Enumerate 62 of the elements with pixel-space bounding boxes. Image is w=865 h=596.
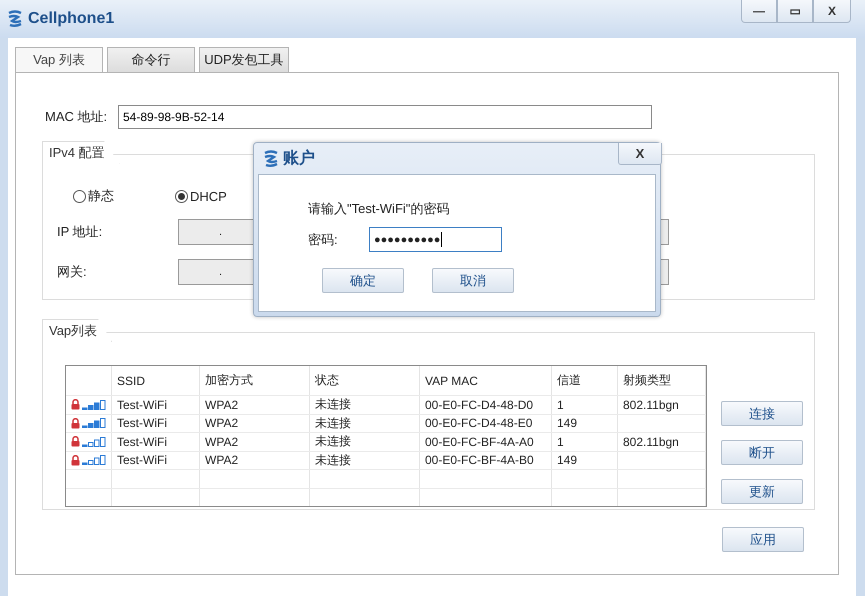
column-header: SSID — [112, 366, 200, 395]
password-field[interactable]: ●●●●●●●●●● — [369, 227, 502, 252]
column-header: 加密方式 — [200, 366, 310, 395]
group-title: IPv4 配置 — [42, 141, 120, 164]
table-row[interactable]: Test-WiFi WPA2 未连接 00-E0-FC-BF-4A-B0 149 — [66, 452, 706, 470]
table-row[interactable]: Test-WiFi WPA2 未连接 00-E0-FC-D4-48-E0 149 — [66, 414, 706, 433]
window-title: Cellphone1 — [28, 10, 114, 28]
table-cell: Test-WiFi — [112, 452, 200, 469]
close-button[interactable]: X — [618, 143, 662, 165]
prompt-text: 请输入"Test-WiFi"的密码 — [308, 200, 450, 218]
field-label: 网关: — [57, 263, 88, 281]
radio-button[interactable] — [175, 190, 188, 202]
close-button[interactable]: X — [813, 0, 851, 23]
table-cell: 未连接 — [310, 433, 420, 450]
table-row[interactable]: Test-WiFi WPA2 未连接 00-E0-FC-D4-48-D0 1 802.11bgn — [66, 396, 706, 414]
table-cell: 00-E0-FC-D4-48-D0 — [420, 396, 552, 414]
app-icon — [262, 150, 280, 168]
table-cell: 802.11bgn — [618, 396, 706, 414]
maximize-button[interactable]: ▭ — [777, 0, 813, 23]
group-title: Vap列表 — [42, 319, 112, 342]
table-cell: WPA2 — [200, 433, 310, 450]
apply-button[interactable]: 应用 — [722, 527, 804, 552]
tab[interactable]: 命令行 — [107, 47, 195, 72]
dialog-title: 账户 — [283, 148, 315, 169]
column-header: VAP MAC — [420, 366, 552, 395]
radio-button[interactable] — [73, 190, 86, 202]
action-button[interactable]: 连接 — [721, 401, 803, 426]
mac-label: MAC 地址: — [44, 108, 108, 126]
action-button[interactable]: 更新 — [721, 479, 803, 504]
table-cell: 802.11bgn — [618, 433, 706, 450]
table-row[interactable]: Test-WiFi WPA2 未连接 00-E0-FC-BF-4A-A0 1 802.11bgn — [66, 433, 706, 452]
table-cell: 149 — [552, 414, 618, 432]
tab[interactable]: UDP发包工具 — [199, 47, 289, 72]
field-label: IP 地址: — [57, 223, 104, 241]
table-cell: 未连接 — [310, 396, 420, 414]
table-cell: 00-E0-FC-BF-4A-A0 — [420, 433, 552, 450]
radio-option[interactable]: DHCP — [175, 187, 261, 205]
radio-option[interactable]: 静态 — [73, 187, 159, 205]
dialog-button[interactable]: 取消 — [432, 268, 514, 293]
minimize-button[interactable]: — — [741, 0, 777, 23]
table-cell: Test-WiFi — [112, 433, 200, 450]
table-cell: 149 — [552, 452, 618, 469]
table-cell: WPA2 — [200, 396, 310, 414]
table-cell: 00-E0-FC-D4-48-E0 — [420, 414, 552, 432]
column-header: 射频类型 — [618, 366, 706, 395]
tab[interactable]: Vap 列表 — [15, 47, 103, 72]
table-cell: WPA2 — [200, 414, 310, 432]
table-cell: 00-E0-FC-BF-4A-B0 — [420, 452, 552, 469]
table-cell: 未连接 — [310, 414, 420, 432]
table-cell: Test-WiFi — [112, 414, 200, 432]
column-header: 信道 — [552, 366, 618, 395]
app-icon — [6, 10, 24, 28]
table-cell: WPA2 — [200, 452, 310, 469]
table-cell: 1 — [552, 396, 618, 414]
table-cell: 未连接 — [310, 452, 420, 469]
column-header: 状态 — [310, 366, 420, 395]
password-label: 密码: — [308, 230, 339, 248]
mac-field[interactable]: 54-89-98-9B-52-14 — [118, 105, 652, 129]
table-cell: 1 — [552, 433, 618, 450]
action-button[interactable]: 断开 — [721, 440, 803, 465]
table-cell: Test-WiFi — [112, 396, 200, 414]
dialog-button[interactable]: 确定 — [322, 268, 404, 293]
